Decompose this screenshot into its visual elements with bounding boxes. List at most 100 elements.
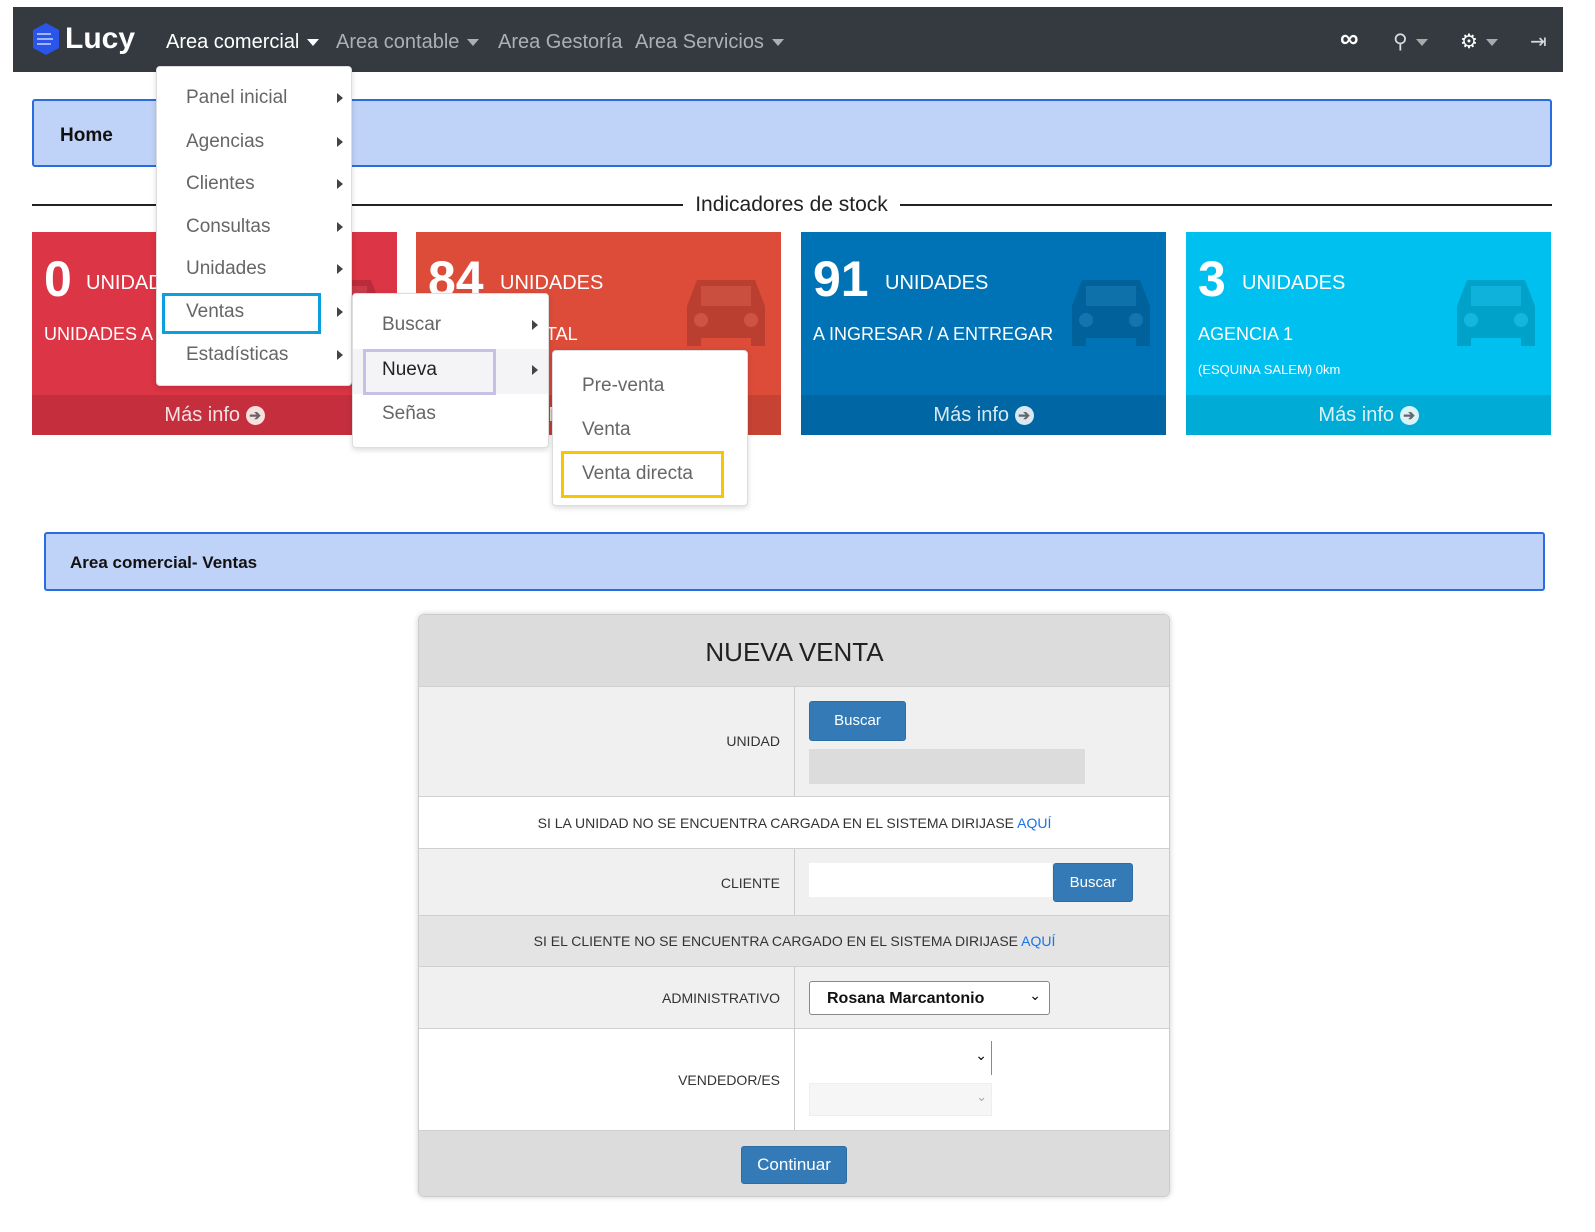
menu-item-agencias[interactable]: Agencias [186, 131, 264, 153]
arrow-circle-right-icon: ➔ [1014, 406, 1034, 426]
form-title: NUEVA VENTA [705, 637, 884, 667]
buscar-unidad-button[interactable]: Buscar [809, 701, 906, 741]
card-subtitle-2: (ESQUINA SALEM) 0km [1198, 362, 1341, 377]
card-unit: UNIDAD [86, 272, 163, 294]
caret-right-icon [532, 320, 538, 330]
infinity-icon[interactable]: ∞ [1340, 23, 1359, 54]
form-footer: Continuar [419, 1131, 1169, 1196]
logo[interactable]: Lucy [31, 21, 135, 57]
card-number: 3 [1198, 251, 1226, 307]
nav-label: Area comercial [166, 31, 300, 53]
buscar-cliente-button[interactable]: Buscar [1053, 863, 1133, 902]
nav-area-contable[interactable]: Area contable [336, 31, 480, 54]
caret-right-icon [337, 350, 343, 360]
caret-down-icon [467, 39, 480, 47]
administrativo-label: ADMINISTRATIVO [662, 990, 780, 1006]
chevron-down-icon: ⌄ [1029, 987, 1041, 1003]
administrativo-select[interactable]: Rosana Marcantonio ⌄ [809, 981, 1050, 1015]
aqui-unidad-link[interactable]: AQUÍ [1017, 815, 1051, 831]
card-number: 91 [813, 251, 869, 307]
caret-right-icon [337, 307, 343, 317]
menu-item-unidades[interactable]: Unidades [186, 258, 266, 280]
menu-item-senas[interactable]: Señas [382, 403, 436, 425]
vendedores-label: VENDEDOR/ES [678, 1072, 780, 1088]
select-value: Rosana Marcantonio [827, 990, 985, 1007]
caret-right-icon [337, 264, 343, 274]
card-subtitle: TAL [546, 324, 578, 344]
settings-menu[interactable]: ⚙ [1460, 29, 1498, 54]
user-menu[interactable]: ⚲ [1393, 29, 1428, 54]
row-note-unidad: SI LA UNIDAD NO SE ENCUENTRA CARGADA EN … [419, 797, 1169, 849]
gear-icon: ⚙ [1460, 31, 1478, 53]
mas-info-link[interactable]: Más info ➔ [1186, 395, 1551, 435]
caret-right-icon [337, 93, 343, 103]
row-vendedores: VENDEDOR/ES ⌄ ⌄ [419, 1029, 1169, 1131]
logo-icon [33, 23, 59, 55]
row-cliente: CLIENTE Buscar [419, 849, 1169, 916]
nueva-submenu: Pre-venta Venta Venta directa [552, 350, 748, 506]
ventas-submenu: Buscar Nueva Señas [352, 293, 549, 448]
caret-down-icon [1415, 39, 1428, 47]
card-subtitle: AGENCIA 1 [1198, 324, 1294, 344]
note-cliente: SI EL CLIENTE NO SE ENCUENTRA CARGADO EN… [533, 933, 1019, 949]
area-comercial-dropdown: Panel inicial Agencias Clientes Consultas Un… [156, 66, 352, 386]
note-unidad: SI LA UNIDAD NO SE ENCUENTRA CARGADA EN … [537, 815, 1015, 831]
stock-card: 3 UNIDADES AGENCIA 1 (ESQUINA SALEM) 0km… [1186, 232, 1551, 435]
unidad-label: UNIDAD [726, 733, 780, 749]
menu-item-venta[interactable]: Venta [582, 419, 631, 441]
continuar-button[interactable]: Continuar [741, 1146, 847, 1184]
card-unit: UNIDADES [500, 272, 604, 294]
nav-area-gestoria[interactable]: Area Gestoría [498, 31, 623, 54]
menu-item-buscar[interactable]: Buscar [382, 314, 441, 336]
nav-area-comercial[interactable]: Area comercial [166, 31, 320, 54]
chevron-down-icon: ⌄ [975, 1047, 987, 1063]
vendedor-select-1[interactable]: ⌄ [809, 1041, 992, 1075]
nav-label: Area Gestoría [498, 31, 623, 53]
cliente-input[interactable] [809, 863, 1052, 897]
aqui-cliente-link[interactable]: AQUÍ [1021, 933, 1055, 949]
venta-directa-highlight [561, 451, 724, 498]
section-banner: Area comercial- Ventas [44, 532, 1545, 591]
ventas-highlight [162, 293, 321, 334]
logo-text: Lucy [65, 22, 136, 55]
top-navbar: Lucy Area comercial Area contable Area G… [13, 7, 1563, 72]
row-unidad: UNIDAD Buscar [419, 687, 1169, 797]
menu-item-clientes[interactable]: Clientes [186, 173, 255, 195]
breadcrumb[interactable]: Home [60, 125, 113, 147]
caret-right-icon [337, 222, 343, 232]
arrow-circle-right-icon: ➔ [245, 406, 265, 426]
unidad-field [809, 749, 1085, 784]
vendedor-select-2[interactable]: ⌄ [809, 1083, 992, 1116]
car-icon [1453, 274, 1539, 350]
menu-item-consultas[interactable]: Consultas [186, 216, 271, 238]
menu-item-pre-venta[interactable]: Pre-venta [582, 375, 664, 397]
arrow-circle-right-icon: ➔ [1399, 406, 1419, 426]
caret-down-icon [771, 39, 784, 47]
car-icon [683, 274, 769, 350]
row-administrativo: ADMINISTRATIVO Rosana Marcantonio ⌄ [419, 967, 1169, 1029]
logout-icon[interactable]: ⇥ [1530, 29, 1547, 54]
mas-info-label: Más info [1318, 404, 1395, 426]
mas-info-link[interactable]: Más info ➔ [32, 395, 397, 435]
cliente-label: CLIENTE [720, 875, 780, 891]
user-icon: ⚲ [1393, 31, 1408, 53]
nav-area-servicios[interactable]: Area Servicios [635, 31, 784, 54]
card-unit: UNIDADES [885, 272, 989, 294]
card-number: 0 [44, 251, 72, 307]
menu-item-estadisticas[interactable]: Estadísticas [186, 344, 288, 366]
card-unit: UNIDADES [1242, 272, 1346, 294]
section-heading: Area comercial- Ventas [70, 553, 258, 572]
caret-right-icon [532, 365, 538, 375]
mas-info-link[interactable]: Más info ➔ [801, 395, 1166, 435]
form-header: NUEVA VENTA [419, 615, 1169, 687]
card-subtitle: A INGRESAR / A ENTREGAR [813, 324, 1054, 344]
card-subtitle: UNIDADES A [44, 324, 154, 344]
chevron-down-icon: ⌄ [976, 1089, 987, 1104]
row-note-cliente: SI EL CLIENTE NO SE ENCUENTRA CARGADO EN… [419, 916, 1169, 967]
mas-info-label: Más info [933, 404, 1010, 426]
caret-right-icon [337, 137, 343, 147]
caret-right-icon [337, 179, 343, 189]
menu-item-panel-inicial[interactable]: Panel inicial [186, 87, 287, 109]
nueva-highlight [363, 349, 496, 395]
nav-label: Area contable [336, 31, 460, 53]
